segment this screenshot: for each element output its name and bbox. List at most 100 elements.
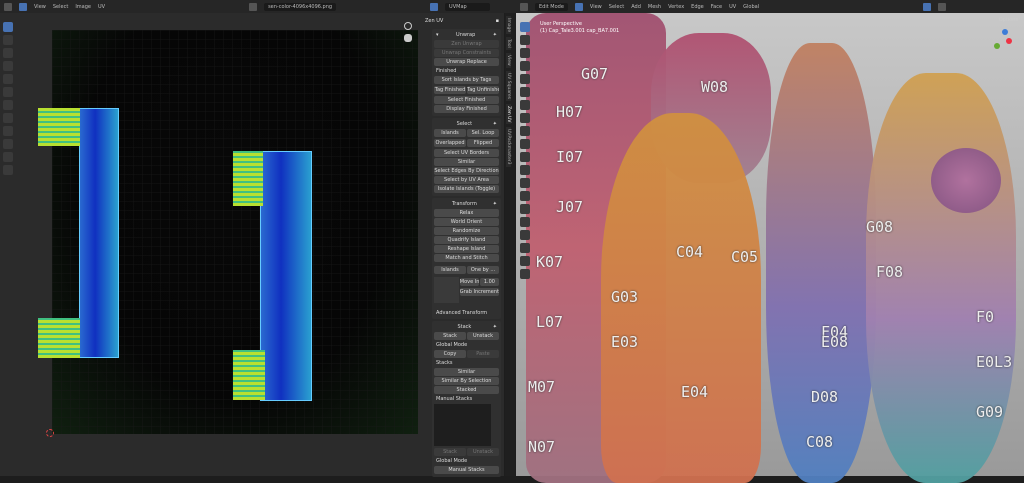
manual-stacks-list[interactable] bbox=[434, 404, 491, 446]
sample-tool-icon[interactable] bbox=[3, 165, 13, 175]
tab-zen-uv[interactable]: Zen UV bbox=[506, 103, 511, 125]
transform-tool-icon[interactable] bbox=[3, 87, 13, 97]
similar-stacks-button[interactable]: Similar bbox=[434, 368, 499, 376]
tab-view[interactable]: View bbox=[506, 52, 511, 68]
menu-face[interactable]: Face bbox=[711, 4, 722, 10]
menu-select[interactable]: Select bbox=[53, 4, 68, 10]
uv-canvas[interactable] bbox=[38, 30, 418, 434]
orientation-dropdown[interactable]: Global bbox=[743, 4, 759, 10]
scale-tool-icon[interactable] bbox=[520, 74, 530, 84]
manual-stack-button[interactable]: Stack bbox=[434, 448, 466, 456]
select-mode-icon[interactable] bbox=[19, 2, 27, 11]
islands-button[interactable]: Islands bbox=[434, 129, 466, 137]
world-orient-button[interactable]: World Orient bbox=[434, 218, 499, 226]
match-stitch-button[interactable]: Match and Stitch bbox=[434, 254, 499, 262]
global-mode-dropdown[interactable]: Global Mode bbox=[436, 458, 467, 464]
stacks-title[interactable]: Stacks bbox=[436, 360, 452, 366]
move-in-button[interactable]: Move In... bbox=[459, 278, 479, 286]
loop-cut-tool-icon[interactable] bbox=[520, 165, 530, 175]
rotate-tool-icon[interactable] bbox=[3, 61, 13, 71]
move-tool-icon[interactable] bbox=[3, 48, 13, 58]
unwrap-replace-button[interactable]: Unwrap Replace bbox=[434, 58, 499, 66]
paste-button[interactable]: Paste bbox=[467, 350, 499, 358]
menu-view[interactable]: View bbox=[34, 4, 46, 10]
transform-tool-icon[interactable] bbox=[520, 87, 530, 97]
randomize-button[interactable]: Randomize bbox=[434, 227, 499, 235]
inset-tool-icon[interactable] bbox=[520, 139, 530, 149]
hand-pan-icon[interactable] bbox=[404, 34, 412, 42]
menu-select[interactable]: Select bbox=[609, 4, 624, 10]
move-value-field[interactable]: 1.00 bbox=[479, 278, 499, 286]
pin-icon[interactable]: ✦ bbox=[493, 324, 497, 330]
direction-grid[interactable] bbox=[434, 277, 459, 303]
tab-uvpackmaster[interactable]: UVPackmaster3 bbox=[506, 127, 511, 167]
mode-dropdown[interactable]: Edit Mode bbox=[535, 2, 568, 11]
knife-tool-icon[interactable] bbox=[520, 178, 530, 188]
display-finished-button[interactable]: Display Finished bbox=[434, 105, 499, 113]
menu-uv[interactable]: UV bbox=[98, 4, 105, 10]
mesh-part[interactable] bbox=[766, 43, 876, 483]
isolate-islands-button[interactable]: Isolate Islands (Toggle) bbox=[434, 185, 499, 193]
select-uv-borders-button[interactable]: Select UV Borders bbox=[434, 149, 499, 157]
2d-cursor-icon[interactable] bbox=[46, 429, 54, 437]
slide-tool-icon[interactable] bbox=[520, 230, 530, 240]
stack-button[interactable]: Stack bbox=[434, 332, 466, 340]
overlay-icon[interactable] bbox=[923, 2, 932, 11]
cursor-tool-icon[interactable] bbox=[520, 35, 530, 45]
editor-type-icon[interactable] bbox=[520, 2, 528, 11]
tab-image[interactable]: Image bbox=[506, 16, 511, 35]
menu-mesh[interactable]: Mesh bbox=[648, 4, 661, 10]
uv-island[interactable] bbox=[38, 108, 80, 146]
image-name-field[interactable]: sen-color-4096x4096.png bbox=[264, 2, 337, 11]
image-icon[interactable] bbox=[249, 2, 258, 11]
rip-tool-icon[interactable] bbox=[520, 269, 530, 279]
pin-icon[interactable]: ✦ bbox=[493, 121, 497, 127]
manual-unstack-button[interactable]: Unstack bbox=[467, 448, 499, 456]
shear-tool-icon[interactable] bbox=[520, 256, 530, 266]
uv-sync-icon[interactable] bbox=[430, 2, 439, 11]
annotate-tool-icon[interactable] bbox=[3, 100, 13, 110]
mesh-sphere[interactable] bbox=[931, 148, 1001, 213]
flipped-button[interactable]: Flipped bbox=[467, 139, 499, 147]
poly-build-tool-icon[interactable] bbox=[520, 191, 530, 201]
unstack-button[interactable]: Unstack bbox=[467, 332, 499, 340]
select-tool-icon[interactable] bbox=[520, 22, 530, 32]
relax-button[interactable]: Relax bbox=[434, 209, 499, 217]
quadrify-button[interactable]: Quadrify Island bbox=[434, 236, 499, 244]
shading-icon[interactable] bbox=[938, 2, 947, 11]
copy-button[interactable]: Copy bbox=[434, 350, 466, 358]
reshape-button[interactable]: Reshape Island bbox=[434, 245, 499, 253]
vertex-select-icon[interactable] bbox=[574, 2, 583, 11]
uv-island[interactable] bbox=[233, 350, 265, 400]
tag-finished-button[interactable]: Tag Finished bbox=[434, 86, 466, 94]
menu-image[interactable]: Image bbox=[75, 4, 91, 10]
options-icon[interactable]: ▪ bbox=[496, 18, 499, 24]
menu-vertex[interactable]: Vertex bbox=[668, 4, 684, 10]
rotate-tool-icon[interactable] bbox=[520, 61, 530, 71]
scale-tool-icon[interactable] bbox=[3, 74, 13, 84]
relax-tool-icon[interactable] bbox=[3, 139, 13, 149]
select-by-uv-area-button[interactable]: Select by UV Area bbox=[434, 176, 499, 184]
menu-uv[interactable]: UV bbox=[729, 4, 736, 10]
extrude-tool-icon[interactable] bbox=[520, 126, 530, 136]
editor-type-icon[interactable] bbox=[4, 2, 12, 11]
similar-button[interactable]: Similar bbox=[434, 158, 499, 166]
menu-view[interactable]: View bbox=[590, 4, 602, 10]
shrink-tool-icon[interactable] bbox=[520, 243, 530, 253]
pin-icon[interactable]: ✦ bbox=[493, 32, 497, 38]
menu-add[interactable]: Add bbox=[631, 4, 641, 10]
select-edges-direction-button[interactable]: Select Edges By Direction bbox=[434, 167, 499, 175]
rip-tool-icon[interactable] bbox=[3, 113, 13, 123]
tab-uv-squares[interactable]: UV Squares bbox=[506, 70, 511, 101]
spin-tool-icon[interactable] bbox=[520, 204, 530, 214]
uv-island[interactable] bbox=[260, 151, 312, 401]
pinch-tool-icon[interactable] bbox=[3, 152, 13, 162]
overlapped-button[interactable]: Overlapped bbox=[434, 139, 466, 147]
order-dropdown[interactable]: One by ... bbox=[467, 266, 499, 274]
transform-mode-dropdown[interactable]: Islands bbox=[434, 266, 466, 274]
finished-title[interactable]: Finished bbox=[436, 68, 456, 74]
measure-tool-icon[interactable] bbox=[520, 113, 530, 123]
grab-tool-icon[interactable] bbox=[3, 126, 13, 136]
uv-map-field[interactable]: UVMap bbox=[445, 2, 491, 11]
sort-islands-button[interactable]: Sort Islands by Tags bbox=[434, 76, 499, 84]
